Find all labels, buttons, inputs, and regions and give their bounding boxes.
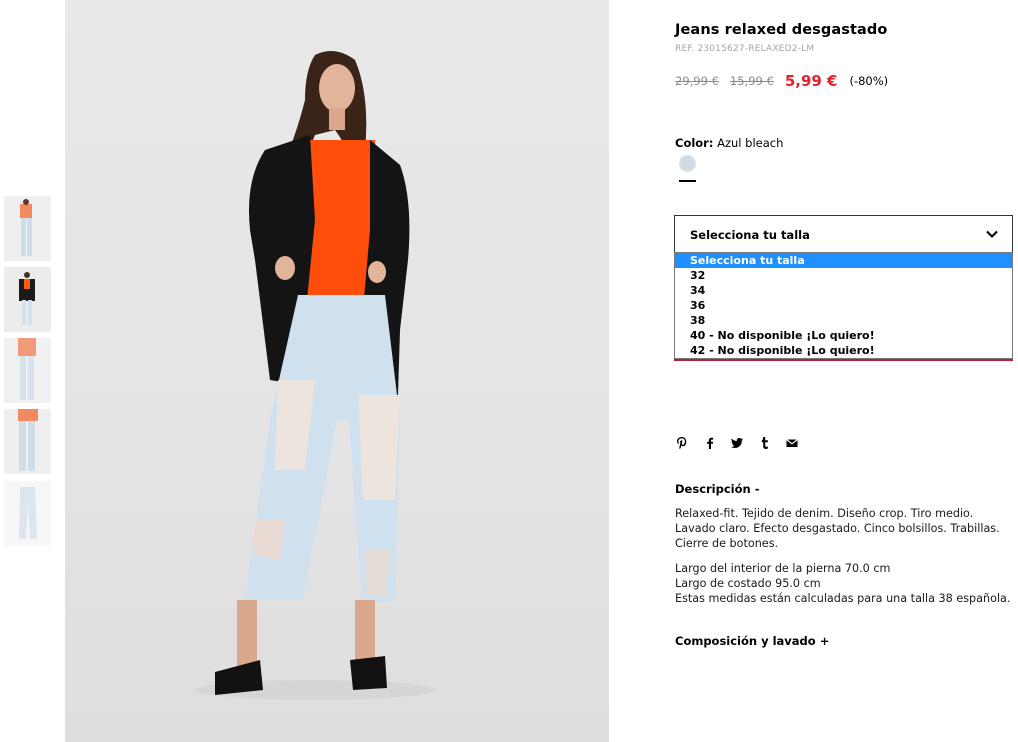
chevron-down-icon xyxy=(986,230,998,238)
email-icon[interactable] xyxy=(785,436,799,450)
measurement-line: Largo del interior de la pierna 70.0 cm xyxy=(675,562,891,575)
size-option[interactable]: Selecciona tu talla xyxy=(675,253,1012,268)
description-toggle[interactable]: Descripción - xyxy=(675,482,759,496)
size-option[interactable]: 32 xyxy=(675,268,1012,283)
thumbnail-image xyxy=(4,481,51,546)
facebook-icon[interactable] xyxy=(703,436,717,450)
size-dropdown-list: Selecciona tu talla 32 34 36 38 40 - No … xyxy=(674,252,1013,359)
thumbnail-4[interactable] xyxy=(4,409,51,474)
sale-price: 5,99 € xyxy=(784,72,838,90)
thumbnail-3[interactable] xyxy=(4,338,51,403)
color-value: Azul bleach xyxy=(717,136,784,150)
size-option[interactable]: 36 xyxy=(675,298,1012,313)
twitter-icon[interactable] xyxy=(730,436,744,450)
thumbnail-image xyxy=(4,409,51,474)
share-icons xyxy=(675,436,813,450)
thumbnail-image xyxy=(4,267,51,332)
product-reference: REF. 23015627-RELAXED2-LM xyxy=(675,44,815,54)
size-option[interactable]: 42 - No disponible ¡Lo quiero! xyxy=(675,343,1012,358)
description-text: Relaxed-fit. Tejido de denim. Diseño cro… xyxy=(675,507,1000,551)
thumbnail-5[interactable] xyxy=(4,481,51,546)
tumblr-icon[interactable] xyxy=(758,436,772,450)
product-title: Jeans relaxed desgastado xyxy=(675,22,888,38)
color-swatch[interactable] xyxy=(679,155,696,172)
thumbnail-image xyxy=(4,338,51,403)
color-label: Color: Azul bleach xyxy=(675,136,783,150)
measurement-line: Estas medidas están calculadas para una … xyxy=(675,592,1011,606)
size-select[interactable]: Selecciona tu talla xyxy=(674,215,1013,253)
thumbnail-image xyxy=(4,196,51,261)
color-label-title: Color: xyxy=(675,136,714,150)
measurement-line: Largo de costado 95.0 cm xyxy=(675,577,821,591)
measurements: Largo del interior de la pierna 70.0 cm … xyxy=(675,561,1015,607)
size-option[interactable]: 38 xyxy=(675,313,1012,328)
product-main-image[interactable] xyxy=(65,0,609,742)
composition-toggle[interactable]: Composición y lavado + xyxy=(675,634,829,648)
size-option[interactable]: 40 - No disponible ¡Lo quiero! xyxy=(675,328,1012,343)
pinterest-icon[interactable] xyxy=(675,436,689,450)
discount-badge: (-80%) xyxy=(849,74,889,88)
previous-price: 15,99 € xyxy=(729,74,774,88)
size-option[interactable]: 34 xyxy=(675,283,1012,298)
model-photo xyxy=(195,51,435,700)
size-select-value: Selecciona tu talla xyxy=(690,228,810,242)
original-price: 29,99 € xyxy=(675,74,719,88)
selected-swatch-indicator xyxy=(679,180,696,182)
price-row: 29,99 € 15,99 € 5,99 € (-80%) xyxy=(675,71,888,91)
thumbnail-1[interactable] xyxy=(4,196,51,261)
thumbnail-2[interactable] xyxy=(4,267,51,332)
